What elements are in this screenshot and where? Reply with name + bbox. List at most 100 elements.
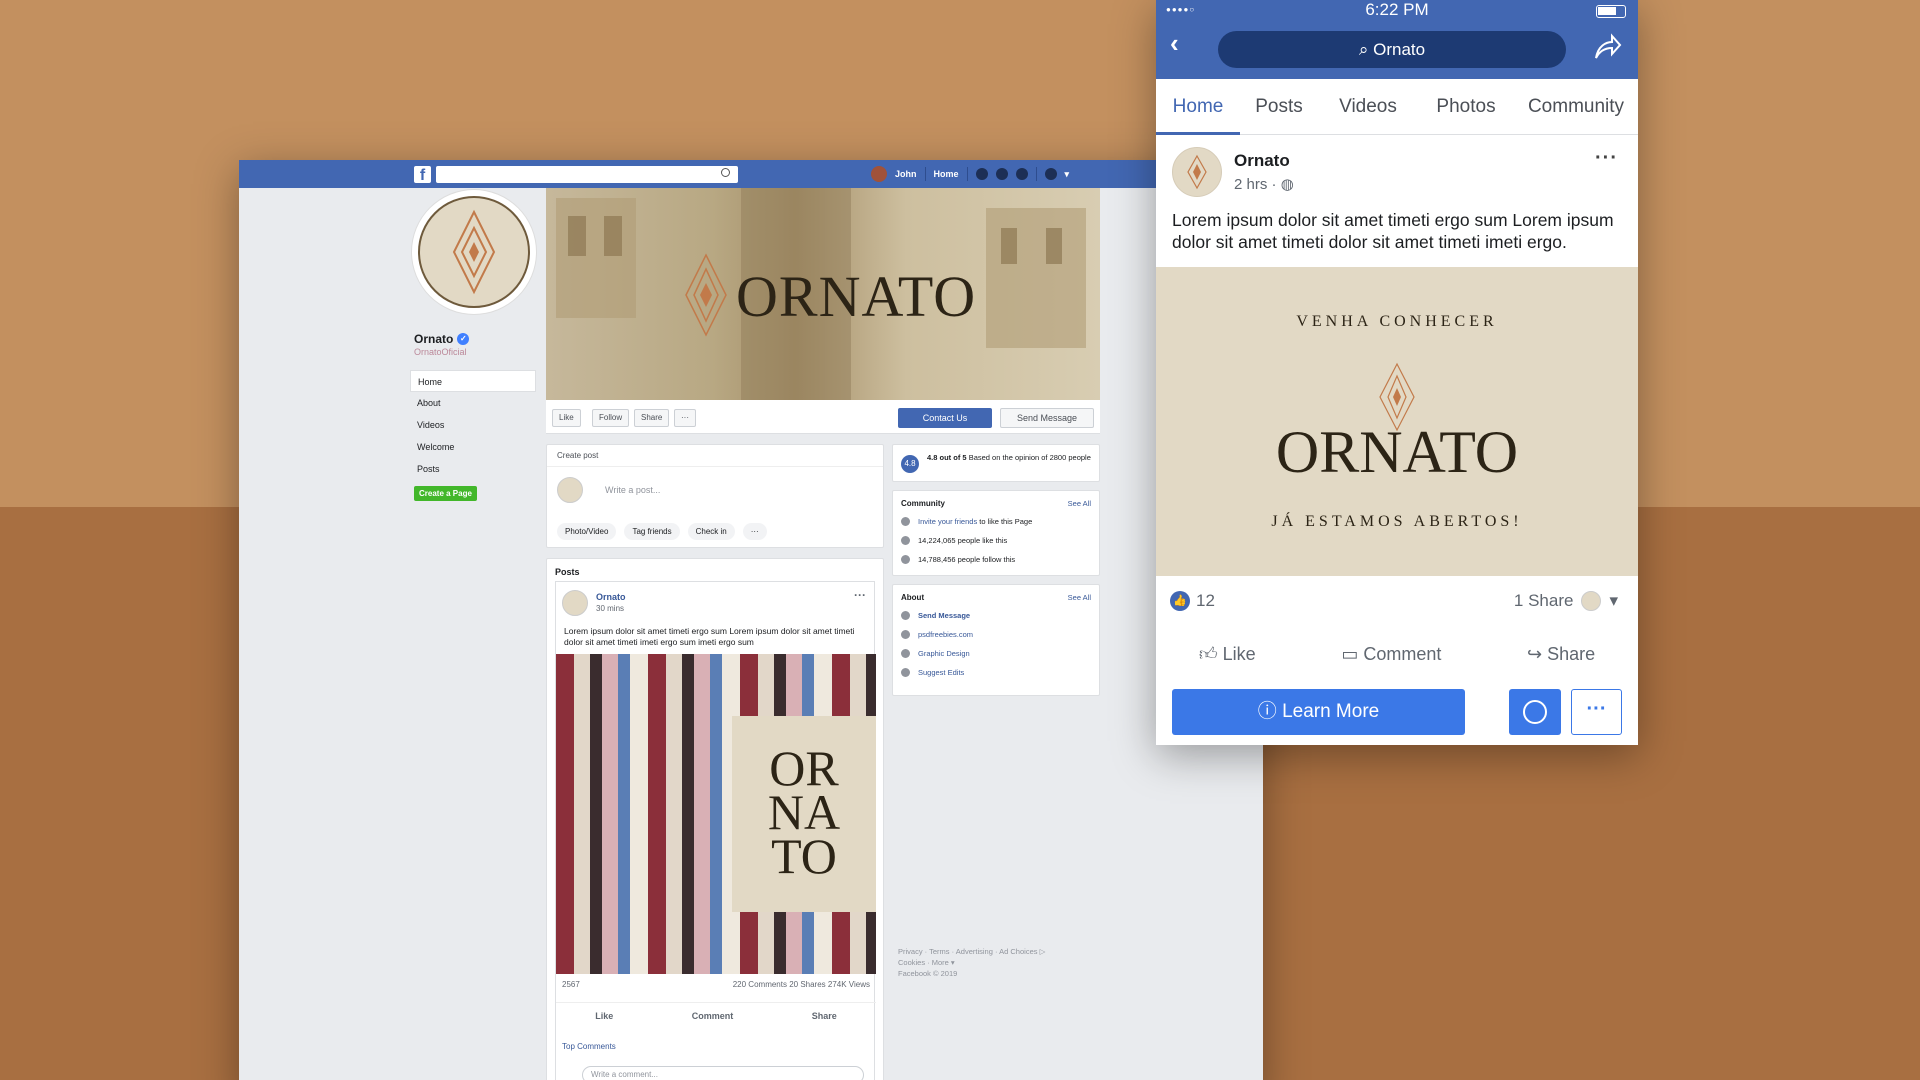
rating-text: 4.8 out of 5 Based on the opinion of 280… [927, 453, 1095, 463]
tab-photos[interactable]: Photos [1418, 79, 1514, 135]
website-link[interactable]: psdfreebies.com [918, 630, 973, 639]
engagement-stats[interactable]: 220 Comments 20 Shares 274K Views [733, 980, 870, 989]
comment-button[interactable]: ▭ Comment [1341, 644, 1441, 665]
more-button[interactable]: ··· [674, 409, 696, 427]
footer-links[interactable]: Privacy · Terms · Advertising · Ad Choic… [898, 946, 1045, 957]
like-count[interactable]: 👍 12 [1170, 591, 1215, 611]
post-avatar[interactable] [562, 590, 588, 616]
topbar-nav: John Home ▾ [871, 160, 1069, 188]
back-icon[interactable]: ‹ [1170, 28, 1179, 59]
like-button[interactable]: Like [595, 1011, 613, 1021]
tag-friends-button[interactable]: Tag friends [624, 523, 680, 540]
like-button[interactable]: 👍︎ Like [1199, 643, 1256, 665]
tab-community[interactable]: Community [1514, 79, 1638, 135]
comment-input[interactable]: Write a comment... [582, 1066, 864, 1080]
tab-home[interactable]: Home [1156, 79, 1240, 135]
invite-text: to like this Page [979, 517, 1033, 526]
community-card: Community See All Invite your friends to… [892, 490, 1100, 576]
rating-score-text: 4.8 out of 5 [927, 453, 967, 462]
user-name-link[interactable]: John [895, 169, 917, 179]
create-page-button[interactable]: Create a Page [414, 486, 477, 501]
community-see-all-link[interactable]: See All [1068, 499, 1091, 508]
send-message-link[interactable]: Send Message [918, 611, 970, 620]
profile-picture[interactable] [412, 190, 536, 314]
chevron-down-icon[interactable]: ▾ [1065, 169, 1070, 180]
post-time[interactable]: 2 hrs · ◍ [1234, 175, 1294, 193]
help-icon[interactable] [1044, 168, 1057, 180]
post-options-icon[interactable]: ··· [854, 588, 866, 602]
sidebar-item-home[interactable]: Home [410, 370, 536, 392]
page-handle[interactable]: OrnatoOficial [414, 347, 467, 357]
invite-friends-link[interactable]: Invite your friends [918, 517, 977, 526]
mobile-tabs: Home Posts Videos Photos Community [1156, 79, 1638, 135]
messenger-icon [901, 611, 910, 620]
post-avatar[interactable] [1172, 147, 1222, 197]
about-see-all-link[interactable]: See All [1068, 593, 1091, 602]
footer-links-2[interactable]: Cookies · More ▾ [898, 957, 1045, 968]
messenger-button[interactable] [1509, 689, 1561, 735]
window-shape [568, 216, 586, 256]
mobile-post: Ornato 2 hrs · ◍ ··· Lorem ipsum dolor s… [1156, 135, 1638, 745]
verified-icon: ✓ [457, 333, 470, 345]
post: Ornato 30 mins ··· Lorem ipsum dolor sit… [555, 581, 876, 1080]
comment-label: Comment [1363, 643, 1442, 664]
search-input[interactable] [436, 166, 738, 183]
desktop-facebook-page: f John Home ▾ Ornato ✓ OrnatoOficial Hom… [239, 160, 1263, 1080]
comment-button[interactable]: Comment [692, 1011, 734, 1021]
more-button[interactable]: ··· [742, 523, 767, 540]
mobile-search-bar[interactable]: ⌕ Ornato [1218, 31, 1566, 68]
category-link[interactable]: Graphic Design [918, 649, 970, 658]
share-count[interactable]: 1 Share ▾ [1514, 591, 1618, 611]
more-options-button[interactable]: ··· [1571, 689, 1622, 735]
suggest-edits-link[interactable]: Suggest Edits [918, 668, 964, 677]
create-post-title[interactable]: Create post [547, 445, 883, 467]
top-comments-dropdown[interactable]: Top Comments [562, 1042, 616, 1051]
post-author[interactable]: Ornato [596, 592, 626, 602]
like-page-button[interactable]: Like [552, 409, 581, 427]
contact-us-button[interactable]: Contact Us [898, 408, 992, 428]
sidebar-item-posts[interactable]: Posts [410, 458, 536, 480]
follow-button[interactable]: Follow [592, 409, 630, 427]
page-footer: Privacy · Terms · Advertising · Ad Choic… [898, 946, 1045, 979]
post-options-icon[interactable]: ··· [1595, 147, 1618, 170]
comment-icon: ▭ [1341, 643, 1359, 664]
photo-video-button[interactable]: Photo/Video [557, 523, 617, 540]
share-page-button[interactable]: Share [634, 409, 670, 427]
sidebar-item-videos[interactable]: Videos [410, 414, 536, 436]
search-text: Ornato [1373, 40, 1426, 59]
rating-basis-text: Based on the opinion of 2800 people [968, 453, 1091, 462]
chevron-down-icon[interactable]: ▾ [1609, 591, 1618, 611]
sidebar-item-about[interactable]: About [410, 392, 536, 414]
send-message-button[interactable]: Send Message [1000, 408, 1094, 428]
friends-icon[interactable] [975, 168, 988, 180]
share-count-text: 1 Share [1513, 591, 1574, 610]
notifications-icon[interactable] [1015, 168, 1028, 180]
learn-more-button[interactable]: ⓘ Learn More [1172, 689, 1465, 735]
check-in-button[interactable]: Check in [687, 523, 735, 540]
share-arrow-icon[interactable] [1592, 32, 1622, 62]
like-label: Like [1222, 644, 1256, 664]
image-brand: ORNATO [1275, 419, 1519, 485]
sidebar-item-welcome[interactable]: Welcome [410, 436, 536, 458]
send-message-row: Send Message [893, 606, 1099, 625]
share-button[interactable]: ↪ Share [1527, 644, 1595, 665]
share-button[interactable]: Share [812, 1011, 837, 1021]
pencil-icon [901, 668, 910, 677]
post-image[interactable]: OR NA TO [556, 654, 876, 974]
page-title[interactable]: Ornato ✓ [414, 332, 470, 346]
tab-videos[interactable]: Videos [1318, 79, 1418, 135]
diamond-logo-icon [452, 209, 496, 295]
facebook-logo-icon[interactable]: f [414, 166, 431, 183]
reaction-count[interactable]: 2567 [562, 980, 580, 989]
write-post-input[interactable]: Write a post... [605, 485, 660, 495]
post-time[interactable]: 30 mins [596, 604, 624, 613]
post-author[interactable]: Ornato [1234, 151, 1290, 171]
thumbs-up-icon: 👍 [1170, 591, 1190, 611]
messenger-icon[interactable] [995, 168, 1008, 180]
post-image[interactable]: VENHA CONHECER ORNATO JÁ ESTAMOS ABERTOS… [1156, 267, 1638, 576]
cover-photo[interactable]: ORNATO [546, 188, 1100, 400]
home-link[interactable]: Home [934, 169, 959, 179]
share-label: Share [641, 413, 663, 422]
tab-posts[interactable]: Posts [1240, 79, 1318, 135]
user-avatar[interactable] [871, 166, 887, 182]
